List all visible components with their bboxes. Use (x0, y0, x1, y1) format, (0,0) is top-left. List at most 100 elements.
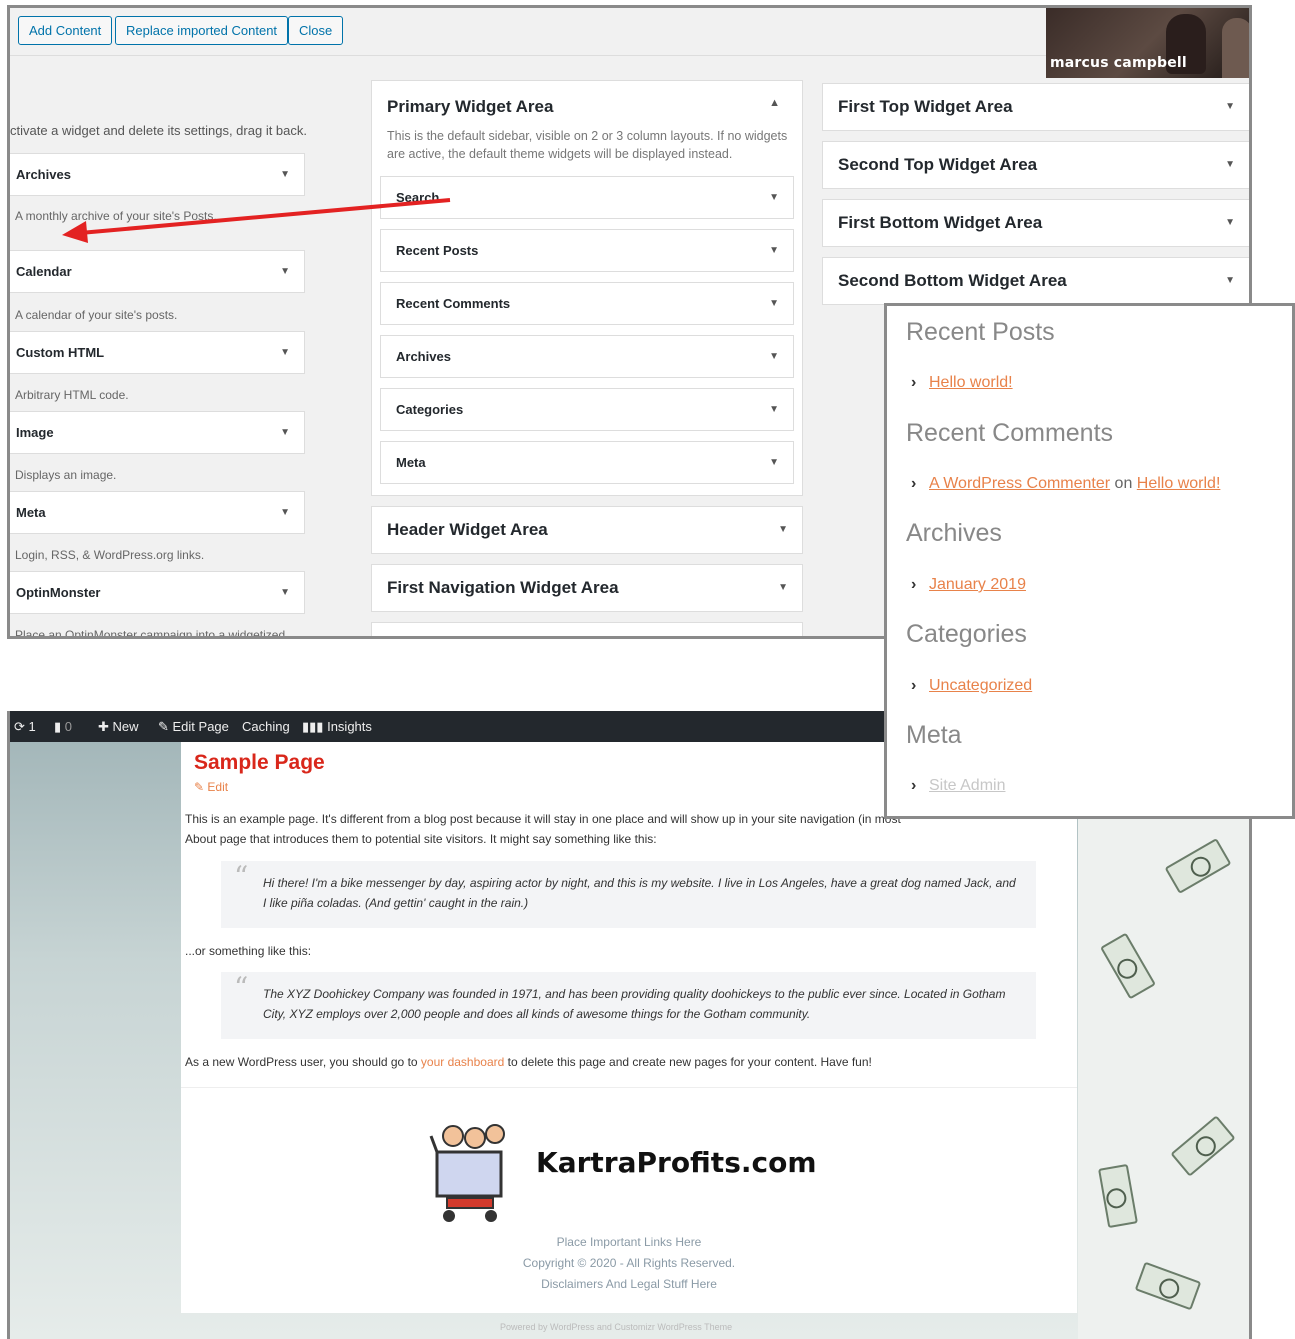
quote-text: Hi there! I'm a bike messenger by day, a… (263, 876, 1016, 910)
site-admin-link[interactable]: Site Admin (929, 777, 1005, 794)
first-top-widget-area[interactable]: First Top Widget Area ▼ (822, 83, 1249, 131)
recent-posts-heading: Recent Posts (906, 318, 1055, 346)
first-navigation-widget-area[interactable]: First Navigation Widget Area ▼ (371, 564, 803, 612)
presenter-name: marcus campbell (1050, 55, 1187, 71)
area-widget-meta[interactable]: Meta ▼ (380, 441, 794, 484)
blockquote: “ The XYZ Doohickey Company was founded i… (221, 972, 1036, 1039)
insights-menu[interactable]: ▮▮▮ Insights (302, 719, 372, 735)
next-widget-area[interactable] (371, 622, 803, 636)
widget-label: Calendar (16, 264, 72, 279)
area-label: Header Widget Area (387, 520, 548, 539)
quote-text: The XYZ Doohickey Company was founded in… (263, 987, 1006, 1021)
money-bill-image (1170, 1115, 1236, 1177)
first-bottom-widget-area[interactable]: First Bottom Widget Area ▼ (822, 199, 1249, 247)
available-widget-custom-html[interactable]: Custom HTML ▼ (10, 331, 305, 374)
area-label: Second Top Widget Area (838, 155, 1038, 174)
pencil-icon: ✎ (194, 780, 208, 794)
chevron-down-icon[interactable]: ▼ (280, 492, 290, 533)
caching-menu[interactable]: Caching (242, 719, 290, 734)
widget-label: Recent Comments (396, 296, 511, 311)
chevron-down-icon[interactable]: ▼ (769, 177, 779, 218)
chevron-down-icon[interactable]: ▼ (280, 154, 290, 195)
list-item: › January 2019 (911, 576, 1026, 594)
available-widget-meta[interactable]: Meta ▼ (10, 491, 305, 534)
insights-label: Insights (327, 719, 372, 734)
area-widget-archives[interactable]: Archives ▼ (380, 335, 794, 378)
edit-page-label: Edit Page (172, 719, 229, 734)
chevron-down-icon[interactable]: ▼ (769, 230, 779, 271)
shopping-cart-logo-image (429, 1124, 505, 1222)
bar-chart-icon: ▮▮▮ (302, 719, 324, 734)
edit-page-menu[interactable]: ✎ Edit Page (158, 719, 229, 735)
archive-link[interactable]: January 2019 (929, 576, 1026, 593)
chevron-down-icon[interactable]: ▼ (769, 336, 779, 377)
quote-icon: “ (234, 971, 249, 1004)
available-widget-image[interactable]: Image ▼ (10, 411, 305, 454)
categories-heading: Categories (906, 620, 1027, 648)
red-arrow-annotation (62, 198, 451, 243)
area-widget-recent-comments[interactable]: Recent Comments ▼ (380, 282, 794, 325)
chevron-down-icon[interactable]: ▼ (280, 332, 290, 373)
close-button[interactable]: Close (288, 16, 344, 45)
chevron-down-icon[interactable]: ▼ (1225, 258, 1235, 304)
comments-count: 0 (64, 719, 72, 734)
chevron-right-icon: › (911, 576, 917, 593)
paragraph: ...or something like this: (185, 944, 312, 958)
paragraph: About page that introduces them to poten… (185, 832, 657, 846)
chevron-down-icon[interactable]: ▼ (280, 572, 290, 613)
available-widget-optinmonster[interactable]: OptinMonster ▼ (10, 571, 305, 614)
second-bottom-widget-area[interactable]: Second Bottom Widget Area ▼ (822, 257, 1249, 305)
post-link[interactable]: Hello world! (929, 374, 1013, 391)
quote-icon: “ (234, 860, 249, 893)
paragraph-text: As a new WordPress user, you should go t… (185, 1055, 421, 1069)
available-widget-calendar[interactable]: Calendar ▼ (10, 250, 305, 293)
blockquote: “ Hi there! I'm a bike messenger by day, … (221, 861, 1036, 928)
chevron-down-icon[interactable]: ▼ (280, 251, 290, 292)
widget-desc: Login, RSS, & WordPress.org links. (15, 548, 205, 562)
replace-content-button[interactable]: Replace imported Content (115, 16, 289, 45)
area-widget-categories[interactable]: Categories ▼ (380, 388, 794, 431)
widget-label: Image (16, 425, 54, 440)
chevron-down-icon[interactable]: ▼ (769, 283, 779, 324)
list-item: › Site Admin (911, 777, 1005, 795)
updates-icon[interactable]: ⟳ 1 (14, 719, 36, 735)
powered-by-text: Powered by WordPress and Customizr WordP… (500, 1322, 733, 1332)
footer-links[interactable]: Place Important Links Here (181, 1235, 1077, 1249)
money-bill-image (1100, 932, 1156, 1000)
primary-area-desc: This is the default sidebar, visible on … (387, 129, 788, 161)
chevron-down-icon[interactable]: ▼ (1225, 142, 1235, 188)
new-menu[interactable]: ✚ New (98, 719, 139, 735)
chevron-down-icon[interactable]: ▼ (778, 565, 788, 611)
chevron-down-icon[interactable]: ▼ (1225, 84, 1235, 130)
widget-desc: Arbitrary HTML code. (15, 388, 129, 402)
commenter-link[interactable]: A WordPress Commenter (929, 475, 1110, 492)
widget-label: Meta (396, 455, 426, 470)
header-widget-area[interactable]: Header Widget Area ▼ (371, 506, 803, 554)
area-label: First Navigation Widget Area (387, 578, 619, 597)
chevron-up-icon[interactable]: ▲ (769, 97, 780, 109)
chevron-right-icon: › (911, 677, 917, 694)
on-text: on (1114, 475, 1133, 492)
add-content-button[interactable]: Add Content (18, 16, 113, 45)
widget-desc: A calendar of your site's posts. (15, 308, 178, 322)
chevron-right-icon: › (911, 374, 917, 391)
chevron-down-icon[interactable]: ▼ (1225, 200, 1235, 246)
primary-widget-area[interactable]: Primary Widget Area ▲ This is the defaul… (371, 80, 803, 496)
category-link[interactable]: Uncategorized (929, 677, 1032, 694)
post-link[interactable]: Hello world! (1137, 475, 1221, 492)
chevron-down-icon[interactable]: ▼ (769, 389, 779, 430)
chevron-down-icon[interactable]: ▼ (280, 412, 290, 453)
widget-label: Meta (16, 505, 46, 520)
dashboard-link[interactable]: your dashboard (421, 1055, 504, 1069)
comments-icon[interactable]: ▮ 0 (54, 719, 72, 735)
available-widget-archives[interactable]: Archives ▼ (10, 153, 305, 196)
edit-link[interactable]: ✎ Edit (194, 780, 228, 794)
second-top-widget-area[interactable]: Second Top Widget Area ▼ (822, 141, 1249, 189)
area-label: Second Bottom Widget Area (838, 271, 1067, 290)
chevron-down-icon[interactable]: ▼ (778, 507, 788, 553)
footer-legal-link[interactable]: Disclaimers And Legal Stuff Here (181, 1277, 1077, 1291)
site-footer: KartraProfits.com Place Important Links … (181, 1087, 1077, 1313)
archives-heading: Archives (906, 519, 1002, 547)
chevron-down-icon[interactable]: ▼ (769, 442, 779, 483)
presenter-figure-2 (1222, 18, 1249, 78)
